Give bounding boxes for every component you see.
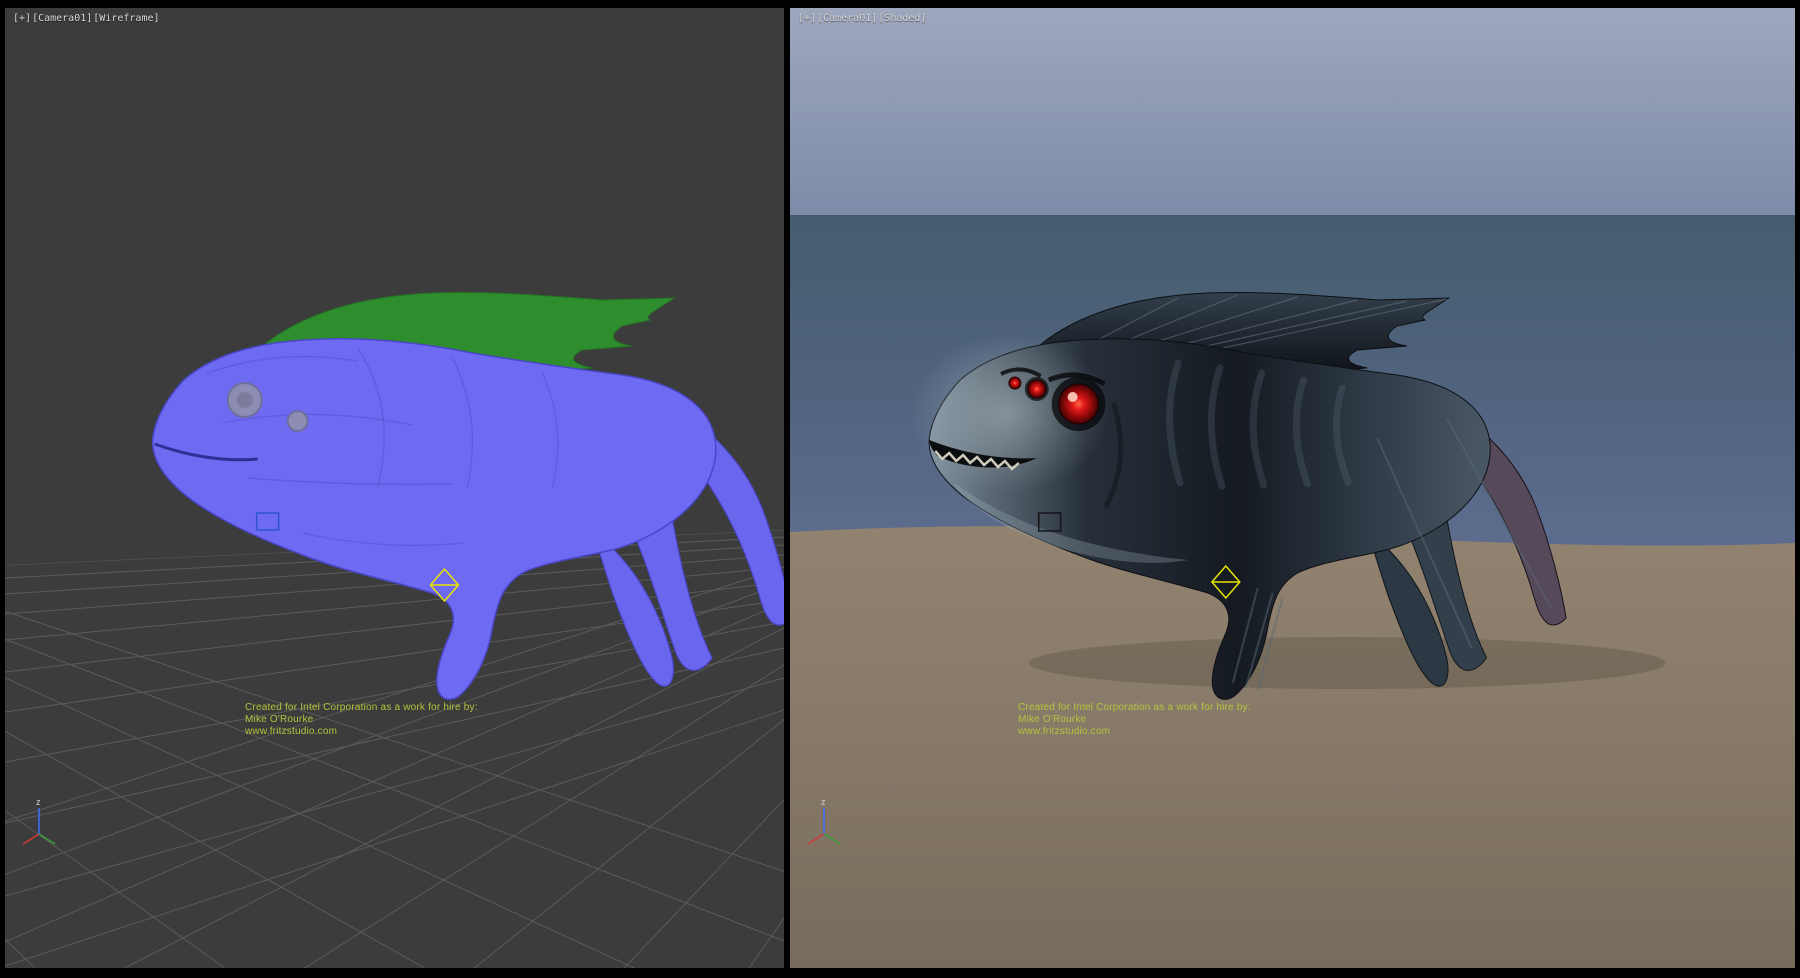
world-axis-tripod: z	[802, 794, 846, 850]
credit-text: Created for Intel Corporation as a work …	[245, 702, 478, 738]
viewport-wireframe[interactable]: [+][Camera01][Wireframe]	[5, 8, 784, 968]
viewport-label-left: [+][Camera01][Wireframe]	[13, 13, 161, 24]
viewport-camera-button[interactable]: [Camera01]	[32, 13, 92, 24]
credit-line: Created for Intel Corporation as a work …	[245, 702, 478, 714]
viewport-menu-button[interactable]: [+]	[13, 13, 31, 24]
world-axis-tripod: z	[17, 794, 61, 850]
ground-plane[interactable]	[790, 526, 1795, 968]
viewport-camera-button[interactable]: [Camera01]	[817, 13, 877, 24]
shaded-scene-canvas[interactable]	[790, 8, 1795, 968]
credit-text: Created for Intel Corporation as a work …	[1018, 702, 1251, 738]
wireframe-scene-canvas[interactable]	[5, 8, 784, 968]
credit-line: www.fritzstudio.com	[245, 726, 478, 738]
viewport-split-area: [+][Camera01][Wireframe]	[0, 0, 1800, 978]
viewport-shading-button[interactable]: [Shaded]	[878, 13, 926, 24]
axis-z-label: z	[821, 797, 826, 807]
sky-backdrop	[790, 8, 1795, 217]
viewport-shaded[interactable]: [+][Camera01][Shaded]	[790, 8, 1795, 968]
viewport-label-right: [+][Camera01][Shaded]	[798, 13, 927, 24]
fish-ground-shadow	[1029, 637, 1666, 689]
credit-line: www.fritzstudio.com	[1018, 726, 1251, 738]
credit-line: Mike O'Rourke	[1018, 714, 1251, 726]
viewport-shading-button[interactable]: [Wireframe]	[93, 13, 159, 24]
credit-line: Created for Intel Corporation as a work …	[1018, 702, 1251, 714]
viewport-menu-button[interactable]: [+]	[798, 13, 816, 24]
credit-line: Mike O'Rourke	[245, 714, 478, 726]
axis-z-label: z	[36, 797, 41, 807]
fish-model-wireframe[interactable]	[153, 293, 784, 700]
